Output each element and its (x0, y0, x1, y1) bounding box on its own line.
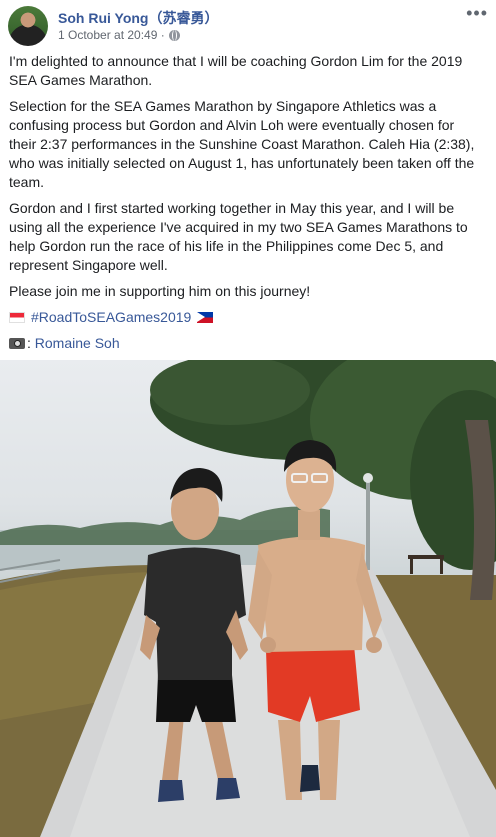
hashtag-line: #RoadToSEAGames2019 (9, 308, 479, 327)
paragraph: Gordon and I first started working toget… (9, 200, 468, 273)
paragraph: Selection for the SEA Games Marathon by … (9, 98, 475, 190)
post-text: I'm delighted to announce that I will be… (9, 52, 479, 360)
more-options-icon[interactable]: ••• (466, 4, 488, 22)
author-name[interactable]: Soh Rui Yong（苏睿勇） (58, 8, 218, 28)
photo-credit-name[interactable]: Romaine Soh (35, 335, 120, 351)
paragraph: Please join me in supporting him on this… (9, 283, 311, 299)
photo-credit-prefix: : (27, 335, 31, 351)
post-header: Soh Rui Yong（苏睿勇） 1 October at 20:49 · •… (0, 0, 496, 50)
avatar[interactable] (8, 6, 48, 46)
post-meta: 1 October at 20:49 · (58, 28, 180, 42)
post-photo[interactable] (0, 360, 496, 837)
globe-icon (168, 29, 180, 41)
paragraph: I'm delighted to announce that I will be… (9, 53, 463, 88)
timestamp[interactable]: 1 October at 20:49 · (58, 28, 165, 42)
philippines-flag-icon (197, 312, 214, 323)
camera-icon (9, 338, 25, 349)
photo-illustration (0, 360, 496, 837)
photo-credit: : Romaine Soh (9, 334, 479, 353)
singapore-flag-icon (9, 312, 25, 323)
hashtag-link[interactable]: #RoadToSEAGames2019 (31, 308, 191, 327)
